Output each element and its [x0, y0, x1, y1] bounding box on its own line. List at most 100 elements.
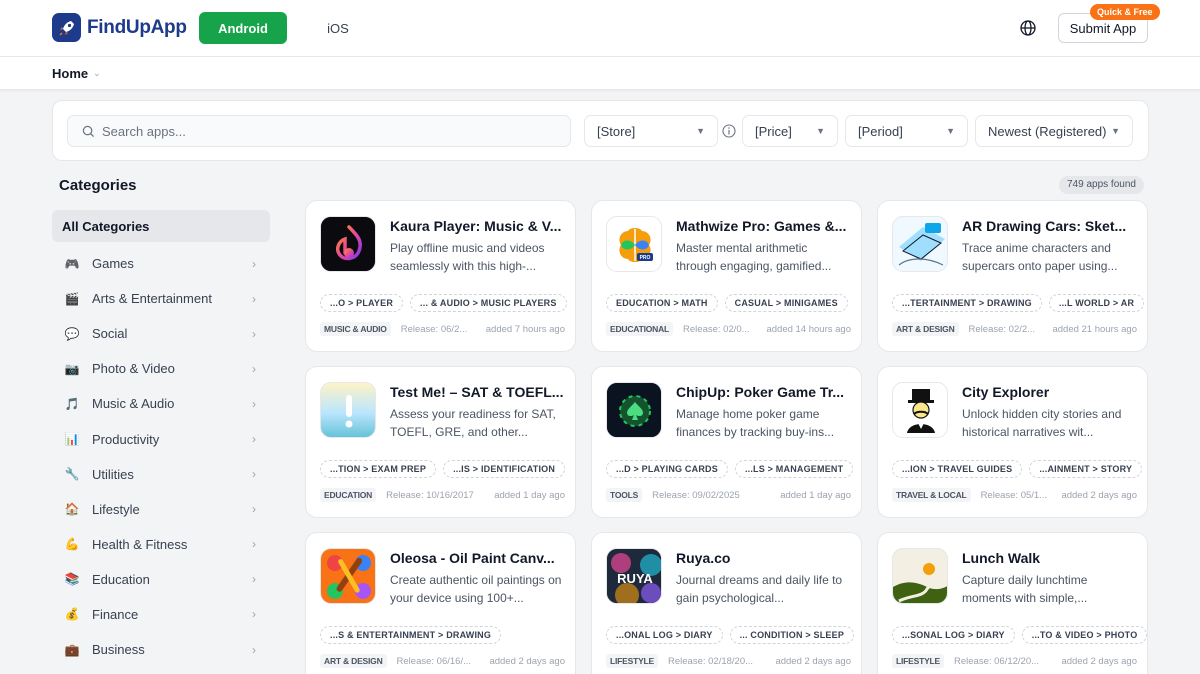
category-education[interactable]: 📚 Education ›: [52, 562, 270, 597]
app-name[interactable]: Kaura Player: Music & V...: [390, 218, 564, 234]
app-tag[interactable]: ...AINMENT > STORY: [1029, 460, 1143, 478]
category-label: Education: [92, 571, 150, 587]
category-health-fitness[interactable]: 💪 Health & Fitness ›: [52, 527, 270, 562]
app-category-badge: TOOLS: [606, 488, 643, 502]
app-name[interactable]: Test Me! – SAT & TOEFL...: [390, 384, 564, 400]
app-card[interactable]: Kaura Player: Music & V... Play offline …: [305, 200, 576, 352]
app-name[interactable]: Lunch Walk: [962, 550, 1136, 566]
app-tag[interactable]: ...IS > IDENTIFICATION: [443, 460, 566, 478]
search-box[interactable]: [67, 115, 571, 147]
app-tag[interactable]: EDUCATION > MATH: [606, 294, 718, 312]
app-description: Play offline music and videos seamlessly…: [390, 241, 545, 273]
chevron-down-icon: ▼: [696, 126, 705, 136]
app-tag[interactable]: CASUAL > MINIGAMES: [724, 294, 848, 312]
app-tag[interactable]: ...ION > TRAVEL GUIDES: [892, 460, 1023, 478]
ios-tab[interactable]: iOS: [312, 12, 364, 44]
app-category-badge: MUSIC & AUDIO: [320, 322, 391, 336]
app-card[interactable]: City Explorer Unlock hidden city stories…: [877, 366, 1148, 518]
app-tag[interactable]: ... & AUDIO > MUSIC PLAYERS: [410, 294, 567, 312]
books-icon: 📚: [64, 572, 80, 587]
app-tag[interactable]: ...TION > EXAM PREP: [320, 460, 437, 478]
app-card[interactable]: Lunch Walk Capture daily lunchtime momen…: [877, 532, 1148, 674]
chevron-right-icon: ›: [252, 361, 256, 376]
app-description: Journal dreams and daily life to gain ps…: [676, 573, 843, 605]
app-release-date: Release: 02/18/20...: [668, 655, 754, 667]
sort-select[interactable]: Newest (Registered) ▼: [975, 115, 1133, 147]
app-tag[interactable]: ...TO & VIDEO > PHOTO: [1021, 626, 1148, 644]
flexed-arm-icon: 💪: [64, 537, 80, 552]
app-name[interactable]: Mathwize Pro: Games &...: [676, 218, 850, 234]
category-social[interactable]: 💬 Social ›: [52, 316, 270, 351]
app-card[interactable]: ChipUp: Poker Game Tr... Manage home pok…: [591, 366, 862, 518]
app-card[interactable]: Oleosa - Oil Paint Canv... Create authen…: [305, 532, 576, 674]
app-category-badge: ART & DESIGN: [892, 322, 959, 336]
breadcrumb[interactable]: Home ⌄: [52, 66, 101, 81]
chevron-right-icon: ›: [252, 467, 256, 482]
app-name[interactable]: Ruya.co: [676, 550, 850, 566]
svg-text:PRO: PRO: [640, 255, 651, 261]
svg-text:RUYA: RUYA: [617, 571, 653, 586]
category-label: All Categories: [62, 218, 150, 234]
lunch-walk-icon: [892, 548, 948, 604]
app-name[interactable]: City Explorer: [962, 384, 1136, 400]
app-tag[interactable]: ...SONAL LOG > DIARY: [892, 626, 1015, 644]
globe-icon[interactable]: [1019, 19, 1037, 37]
app-name[interactable]: ChipUp: Poker Game Tr...: [676, 384, 850, 400]
app-description: Unlock hidden city stories and historica…: [962, 407, 1122, 439]
app-tag[interactable]: ...S & ENTERTAINMENT > DRAWING: [320, 626, 502, 644]
period-select-value: [Period]: [858, 123, 903, 139]
chevron-down-icon: ▼: [1111, 126, 1120, 136]
app-release-date: Release: 09/02/2025: [652, 489, 740, 501]
app-tag[interactable]: ...ONAL LOG > DIARY: [606, 626, 723, 644]
music-note-icon: 🎵: [64, 396, 80, 411]
chevron-right-icon: ›: [252, 607, 256, 622]
ruya-icon: RUYA: [606, 548, 662, 604]
period-select[interactable]: [Period] ▼: [845, 115, 968, 147]
category-arts-entertainment[interactable]: 🎬 Arts & Entertainment ›: [52, 281, 270, 316]
category-photo-video[interactable]: 📷 Photo & Video ›: [52, 351, 270, 386]
search-icon: [82, 125, 95, 137]
app-card[interactable]: Test Me! – SAT & TOEFL... Assess your re…: [305, 366, 576, 518]
category-finance[interactable]: 💰 Finance ›: [52, 597, 270, 632]
category-all[interactable]: All Categories: [52, 210, 270, 242]
quick-free-badge: Quick & Free: [1090, 4, 1160, 20]
price-select[interactable]: [Price] ▼: [742, 115, 838, 147]
app-tag[interactable]: ...TERTAINMENT > DRAWING: [892, 294, 1042, 312]
breadcrumb-home[interactable]: Home: [52, 66, 88, 81]
app-category-badge: EDUCATIONAL: [606, 322, 674, 336]
app-tag[interactable]: ...D > PLAYING CARDS: [606, 460, 728, 478]
category-lifestyle[interactable]: 🏠 Lifestyle ›: [52, 492, 270, 527]
chevron-right-icon: ›: [252, 396, 256, 411]
app-description: Assess your readiness for SAT, TOEFL, GR…: [390, 407, 556, 439]
category-label: Productivity: [92, 431, 160, 447]
app-card[interactable]: RUYA Ruya.co Journal dreams and daily li…: [591, 532, 862, 674]
rocket-icon: [52, 13, 81, 42]
category-label: Arts & Entertainment: [92, 291, 212, 307]
category-business[interactable]: 💼 Business ›: [52, 632, 270, 667]
category-productivity[interactable]: 📊 Productivity ›: [52, 421, 270, 456]
app-name[interactable]: AR Drawing Cars: Sket...: [962, 218, 1136, 234]
info-icon[interactable]: [722, 124, 736, 138]
app-category-badge: LIFESTYLE: [606, 654, 659, 668]
paint-brushes-icon: [320, 548, 376, 604]
app-tag[interactable]: ...L WORLD > AR: [1048, 294, 1145, 312]
category-games[interactable]: 🎮 Games ›: [52, 246, 270, 281]
app-release-date: Release: 10/16/2017: [386, 489, 474, 501]
android-tab[interactable]: Android: [199, 12, 287, 44]
app-name[interactable]: Oleosa - Oil Paint Canv...: [390, 550, 564, 566]
brand-logo[interactable]: FindUpApp: [52, 13, 187, 42]
app-tag[interactable]: ...O > PLAYER: [320, 294, 404, 312]
app-card[interactable]: AR Drawing Cars: Sket... Trace anime cha…: [877, 200, 1148, 352]
category-music-audio[interactable]: 🎵 Music & Audio ›: [52, 386, 270, 421]
category-utilities[interactable]: 🔧 Utilities ›: [52, 457, 270, 492]
app-tag[interactable]: ...LS > MANAGEMENT: [734, 460, 854, 478]
app-card[interactable]: PRO Mathwize Pro: Games &... Master ment…: [591, 200, 862, 352]
store-select[interactable]: [Store] ▼: [584, 115, 718, 147]
exclamation-icon: [320, 382, 376, 438]
search-input[interactable]: [102, 123, 532, 139]
city-explorer-icon: [892, 382, 948, 438]
app-added-time: added 7 hours ago: [485, 323, 565, 335]
app-tag[interactable]: ... CONDITION > SLEEP: [729, 626, 855, 644]
money-bag-icon: 💰: [64, 607, 80, 622]
app-category-badge: EDUCATION: [320, 488, 377, 502]
